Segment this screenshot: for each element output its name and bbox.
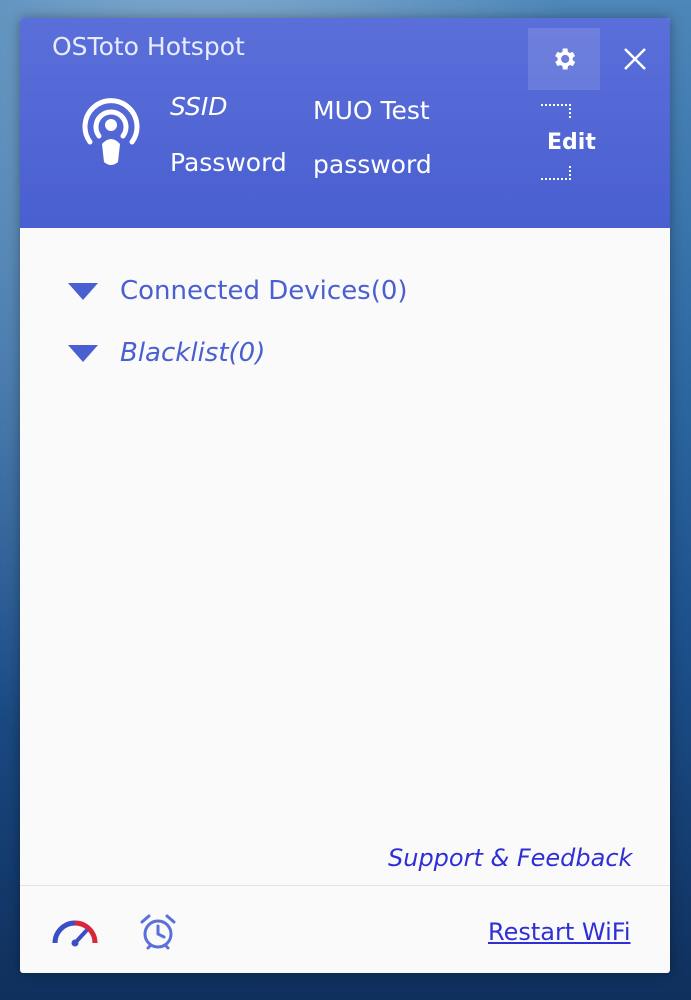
blacklist-toggle[interactable]: Blacklist(0) <box>68 338 265 368</box>
edit-button[interactable]: Edit <box>535 104 599 182</box>
edit-bracket-bottom <box>541 166 571 180</box>
header-panel: OSToto Hotspot SSID MUO Test Password pa… <box>20 18 670 228</box>
footer-divider <box>20 885 670 886</box>
ssid-label: SSID <box>170 92 228 121</box>
close-icon <box>624 48 646 70</box>
speedometer-icon[interactable] <box>50 913 100 947</box>
connected-devices-toggle[interactable]: Connected Devices(0) <box>68 276 408 306</box>
close-button[interactable] <box>604 28 666 90</box>
connected-devices-label: Connected Devices(0) <box>120 276 408 306</box>
edit-bracket-top <box>541 104 571 118</box>
password-value: password <box>313 150 432 179</box>
edit-label: Edit <box>547 130 596 155</box>
alarm-clock-icon[interactable] <box>138 912 178 952</box>
ssid-value: MUO Test <box>313 96 430 125</box>
password-label: Password <box>170 148 287 177</box>
blacklist-label: Blacklist(0) <box>120 338 266 368</box>
app-title: OSToto Hotspot <box>52 32 245 61</box>
restart-wifi-link[interactable]: Restart WiFi <box>488 918 631 946</box>
gear-icon <box>555 48 576 70</box>
settings-button[interactable] <box>528 28 600 90</box>
expand-triangle-icon <box>68 344 98 362</box>
expand-triangle-icon <box>68 282 98 300</box>
support-feedback-link[interactable]: Support & Feedback <box>388 844 632 872</box>
hotspot-window: OSToto Hotspot SSID MUO Test Password pa… <box>20 18 670 973</box>
hotspot-icon <box>82 98 140 165</box>
